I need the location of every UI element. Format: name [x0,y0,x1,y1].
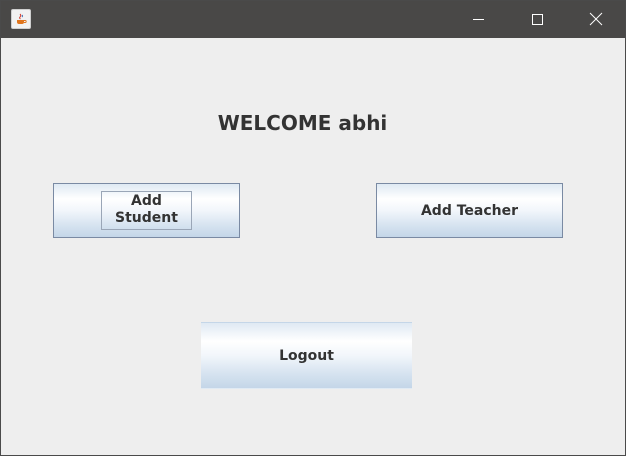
maximize-icon [532,14,543,25]
close-icon [589,12,603,26]
app-window: WELCOME abhi Add Student Add Teacher Log… [0,0,626,456]
java-app-icon[interactable] [11,9,31,29]
welcome-label: WELCOME abhi [217,111,388,135]
add-teacher-button[interactable]: Add Teacher [376,183,563,238]
logout-label: Logout [279,347,334,364]
title-bar[interactable] [1,1,625,38]
minimize-button[interactable] [449,1,507,38]
maximize-button[interactable] [508,1,566,38]
minimize-icon [473,19,484,20]
add-teacher-label: Add Teacher [420,202,519,219]
logout-button[interactable]: Logout [201,322,412,389]
close-button[interactable] [567,1,625,38]
content-panel: WELCOME abhi Add Student Add Teacher Log… [1,38,625,455]
add-student-label: Add Student [101,191,192,230]
add-student-button[interactable]: Add Student [53,183,240,238]
